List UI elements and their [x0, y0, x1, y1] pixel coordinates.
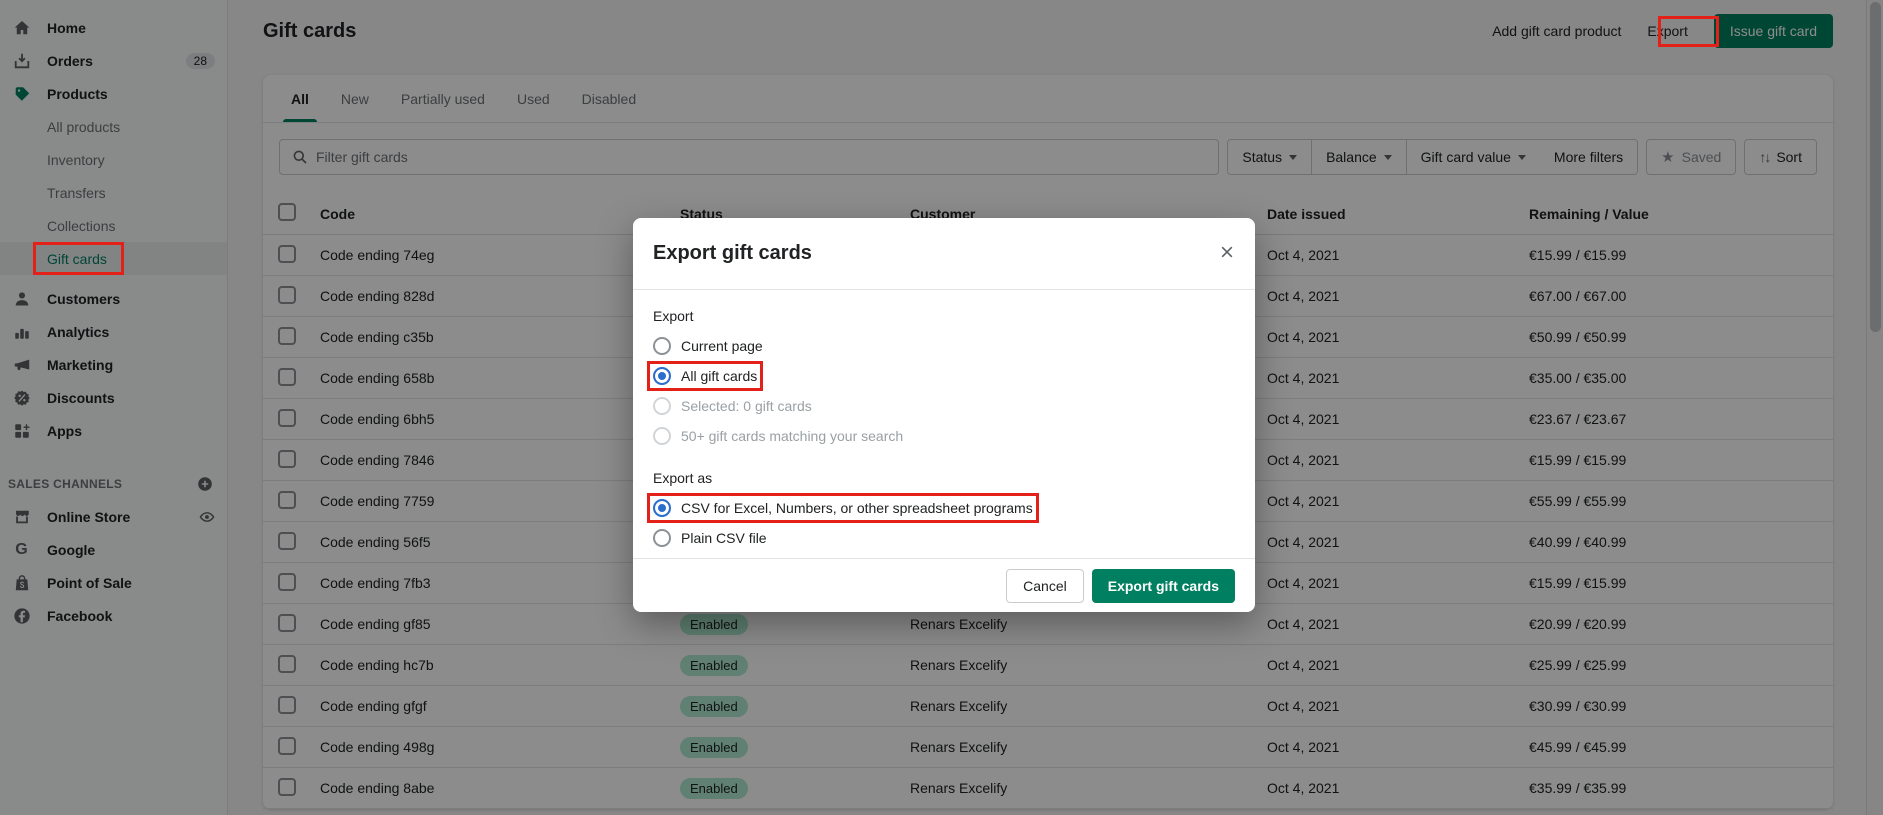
radio-option-label: Plain CSV file: [681, 530, 767, 546]
radio-option-label: Selected: 0 gift cards: [681, 398, 812, 414]
radio-icon[interactable]: [653, 529, 671, 547]
format-options: CSV for Excel, Numbers, or other spreads…: [653, 496, 1235, 550]
export-gift-cards-submit-button[interactable]: Export gift cards: [1092, 569, 1235, 603]
radio-option-label: CSV for Excel, Numbers, or other spreads…: [681, 500, 1033, 516]
modal-header: Export gift cards: [633, 218, 1255, 290]
export-option-radio-row[interactable]: 50+ gift cards matching your search: [653, 424, 1235, 448]
radio-icon[interactable]: [653, 397, 671, 415]
export-section-label: Export: [653, 308, 1235, 324]
modal-footer: Cancel Export gift cards: [633, 558, 1255, 612]
modal-title: Export gift cards: [653, 242, 812, 265]
cancel-button[interactable]: Cancel: [1006, 569, 1084, 603]
export-option-radio-row[interactable]: Current page: [653, 334, 1235, 358]
radio-icon[interactable]: [653, 427, 671, 445]
close-icon[interactable]: [1215, 240, 1239, 264]
radio-icon[interactable]: [653, 367, 671, 385]
export-option-radio-row[interactable]: Selected: 0 gift cards: [653, 394, 1235, 418]
radio-option-label: 50+ gift cards matching your search: [681, 428, 903, 444]
radio-icon[interactable]: [653, 499, 671, 517]
format-option-radio-row[interactable]: CSV for Excel, Numbers, or other spreads…: [653, 496, 1235, 520]
export-as-section-label: Export as: [653, 470, 1235, 486]
radio-option-label: All gift cards: [681, 368, 757, 384]
modal-body: Export Current page All gift cards: [633, 290, 1255, 550]
format-option-radio-row[interactable]: Plain CSV file: [653, 526, 1235, 550]
export-options: Current page All gift cards: [653, 334, 1235, 448]
gift-cards-admin-app: Home Orders 28 Products All products Inv…: [0, 0, 1883, 815]
export-option-radio-row[interactable]: All gift cards: [653, 364, 1235, 388]
radio-option-label: Current page: [681, 338, 763, 354]
export-gift-cards-modal: Export gift cards Export Current page: [633, 218, 1255, 612]
radio-icon[interactable]: [653, 337, 671, 355]
